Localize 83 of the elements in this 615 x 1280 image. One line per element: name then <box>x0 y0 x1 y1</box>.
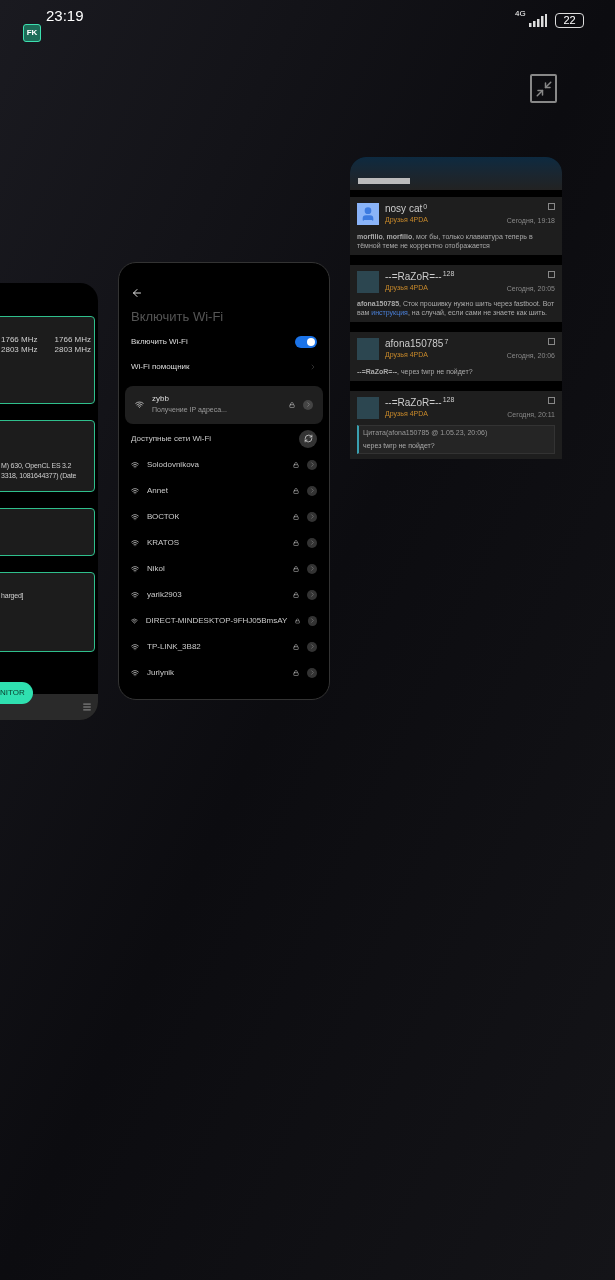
network-name: KRATOS <box>147 536 181 549</box>
network-name: yarik2903 <box>147 588 183 601</box>
lock-icon <box>293 591 299 598</box>
wifi-icon <box>135 400 144 409</box>
signal-icon <box>529 14 547 27</box>
author-name: --=RaZoR=--$^{128}$ <box>385 396 456 409</box>
info-text: 1766 MHz <box>1 335 38 345</box>
details-icon[interactable] <box>307 459 317 470</box>
network-name: Annet <box>147 484 169 497</box>
network-name: Juriynik <box>147 666 176 679</box>
details-icon[interactable] <box>307 667 317 678</box>
back-icon[interactable] <box>131 287 143 299</box>
tab-strip <box>358 178 410 184</box>
lock-icon <box>293 487 299 494</box>
network-name: TP-LINK_3B82 <box>147 640 202 653</box>
select-checkbox[interactable] <box>548 203 555 210</box>
wifi-icon <box>131 564 139 573</box>
wifi-icon <box>131 486 139 495</box>
lock-icon <box>289 401 295 408</box>
lock-icon <box>293 669 299 676</box>
wifi-icon <box>131 512 139 521</box>
lock-icon <box>295 617 301 624</box>
app-notification-icon: FK <box>23 24 41 42</box>
photo-placeholder <box>357 270 379 293</box>
clock: 23:19 <box>46 6 84 26</box>
network-row[interactable]: Solodovnikova <box>131 451 317 478</box>
wifi-icon <box>131 460 139 469</box>
info-text: 1766 MHz <box>54 335 91 345</box>
network-type: 4G <box>515 8 526 20</box>
wifi-toggle[interactable] <box>295 335 317 348</box>
network-row[interactable]: Annet <box>131 477 317 504</box>
setting-label[interactable]: Wi-Fi помощник <box>131 360 190 373</box>
details-icon[interactable] <box>307 511 317 522</box>
network-row[interactable]: yarik2903 <box>131 581 317 608</box>
page-title: Включить Wi-Fi <box>131 308 225 326</box>
network-row[interactable]: TP-LINK_3B82 <box>131 633 317 660</box>
chevron-icon <box>309 362 317 371</box>
lock-icon <box>293 461 299 468</box>
app-window[interactable] <box>350 157 562 459</box>
select-checkbox[interactable] <box>548 396 555 404</box>
battery-indicator: 22 <box>555 13 584 28</box>
network-name: Solodovnikova <box>147 458 201 471</box>
wifi-icon <box>131 642 139 651</box>
network-name: ВОСТОК <box>147 510 181 523</box>
details-icon[interactable] <box>303 399 313 410</box>
network-row[interactable]: ВОСТОК <box>131 503 317 530</box>
lock-icon <box>293 565 299 572</box>
info-text: 2803 MHz <box>1 345 38 355</box>
select-checkbox[interactable] <box>548 270 555 278</box>
photo-placeholder <box>357 338 379 360</box>
photo-placeholder <box>357 396 379 419</box>
wifi-icon <box>131 668 139 677</box>
minimize-icon[interactable] <box>530 74 557 103</box>
menu-icon[interactable] <box>82 702 92 712</box>
select-checkbox[interactable] <box>548 338 555 345</box>
author-name: --=RaZoR=--$^{128}$ <box>385 270 456 283</box>
network-row[interactable]: KRATOS <box>131 529 317 556</box>
info-text: 2803 MHz <box>54 345 91 355</box>
network-name: Nikol <box>147 562 166 575</box>
details-icon[interactable] <box>307 563 317 574</box>
setting-label: Включить Wi-Fi <box>131 335 188 348</box>
details-icon[interactable] <box>307 537 317 548</box>
network-row[interactable]: DIRECT-MINDESKTOP-9FHJ05BmsAY <box>131 607 317 634</box>
network-row[interactable]: Juriynik <box>131 659 317 686</box>
author-name: nosy cat$^{0}$ <box>385 203 429 215</box>
wifi-icon <box>131 538 139 547</box>
section-header: Доступные сети Wi-Fi <box>131 432 212 445</box>
details-icon[interactable] <box>307 589 317 600</box>
avatar-icon <box>357 203 379 225</box>
refresh-icon[interactable] <box>299 429 317 448</box>
lock-icon <box>293 513 299 520</box>
wifi-icon <box>131 590 139 599</box>
lock-icon <box>293 539 299 546</box>
details-icon[interactable] <box>307 641 317 652</box>
network-name: DIRECT-MINDESKTOP-9FHJ05BmsAY <box>145 614 288 627</box>
author-name: afona150785$^{7}$ <box>385 338 450 350</box>
network-row[interactable]: Nikol <box>131 555 317 582</box>
details-icon[interactable] <box>308 615 317 626</box>
network-name: zybb <box>152 393 170 406</box>
lock-icon <box>293 643 299 650</box>
details-icon[interactable] <box>307 485 317 496</box>
wifi-icon <box>131 616 138 625</box>
monitor-button[interactable]: NITOR <box>0 682 33 704</box>
